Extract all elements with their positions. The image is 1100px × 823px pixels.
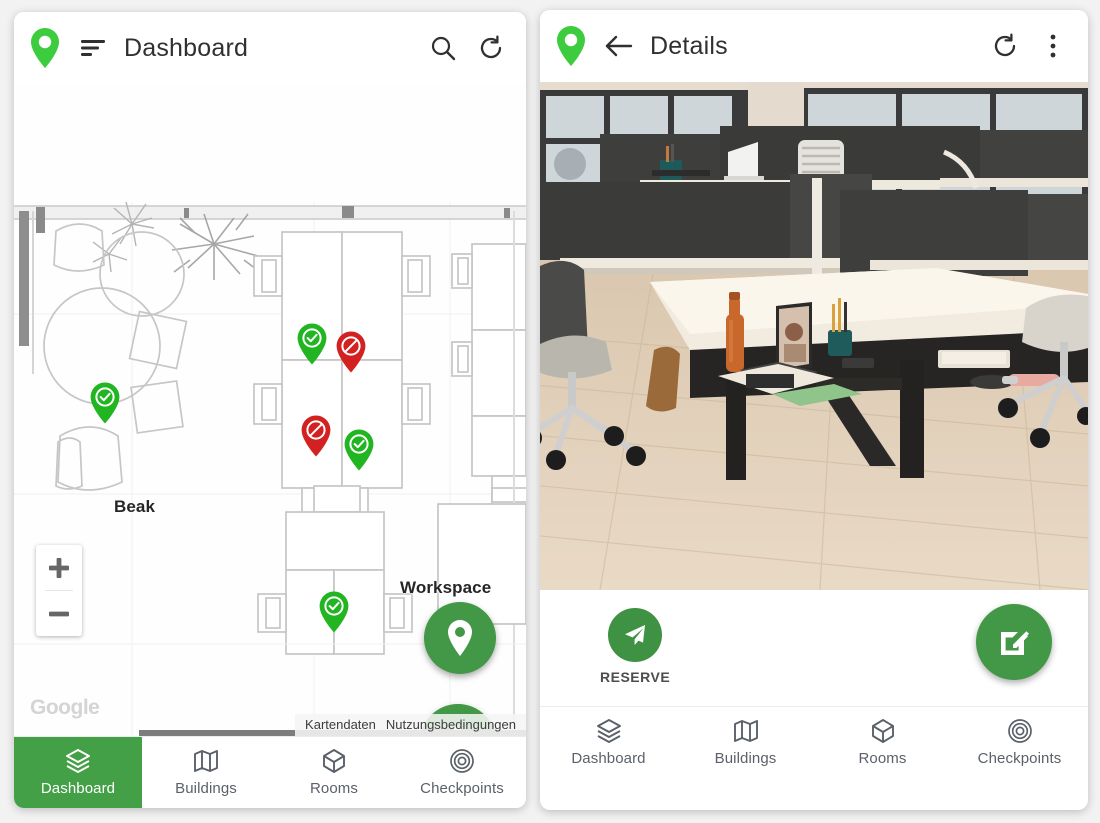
arrow-left-icon[interactable]	[602, 29, 636, 63]
cube-icon	[871, 719, 894, 743]
nav-label: Rooms	[309, 780, 358, 797]
nav-label: Dashboard	[571, 750, 646, 767]
refresh-icon[interactable]	[474, 31, 508, 65]
map-folded-icon	[194, 750, 218, 772]
map-marker-available[interactable]	[317, 590, 351, 634]
send-paper-plane-icon	[608, 608, 663, 662]
nav-item-dashboard[interactable]: Dashboard	[14, 737, 142, 808]
location-pin-icon	[28, 27, 62, 69]
google-watermark: Google	[30, 696, 100, 719]
nav-label: Buildings	[714, 750, 777, 767]
target-icon	[1007, 719, 1032, 743]
zoom-out-button[interactable]	[36, 591, 82, 636]
details-action-row: RESERVE	[540, 590, 1088, 706]
details-appbar: Details	[540, 10, 1088, 82]
zoom-in-button[interactable]	[36, 545, 82, 590]
nav-item-buildings[interactable]: Buildings	[677, 707, 814, 778]
edit-pencil-square-icon	[1001, 631, 1029, 655]
location-pin-icon	[448, 620, 472, 656]
details-panel: Details RESERVE Dashboard Buildings Room…	[540, 10, 1088, 810]
minus-icon	[49, 611, 69, 616]
nav-item-buildings[interactable]: Buildings	[142, 737, 270, 808]
nav-item-rooms[interactable]: Rooms	[270, 737, 398, 808]
nav-item-dashboard[interactable]: Dashboard	[540, 707, 677, 778]
workspace-photo	[540, 82, 1088, 590]
map-marker-available[interactable]	[88, 381, 122, 425]
nav-label: Dashboard	[40, 780, 116, 797]
refresh-icon[interactable]	[988, 29, 1022, 63]
page-title: Dashboard	[124, 33, 249, 62]
nav-item-checkpoints[interactable]: Checkpoints	[951, 707, 1088, 778]
edit-fab-button[interactable]	[976, 604, 1052, 680]
screenshot-stage: Dashboard Beak Workspace Google Kartenda…	[0, 0, 1100, 823]
nav-label: Checkpoints	[977, 750, 1062, 767]
page-title: Details	[650, 31, 728, 60]
map-folded-icon	[733, 720, 758, 742]
bottom-navigation: Dashboard Buildings Rooms Checkpoints	[540, 706, 1088, 778]
dashboard-appbar: Dashboard	[14, 12, 526, 84]
layers-icon	[66, 749, 90, 773]
map-zoom-controls[interactable]	[36, 545, 82, 636]
nav-label: Buildings	[175, 780, 237, 797]
map-marker-occupied[interactable]	[299, 414, 333, 458]
search-icon[interactable]	[426, 31, 460, 65]
nav-item-rooms[interactable]: Rooms	[814, 707, 951, 778]
floor-plan-map[interactable]: Beak Workspace Google Kartendaten Nutzun…	[14, 84, 526, 736]
target-icon	[450, 749, 474, 773]
bottom-navigation: Dashboard Buildings Rooms Checkpoints	[14, 736, 526, 808]
location-pin-icon	[554, 25, 588, 67]
map-label-beak: Beak	[114, 497, 156, 516]
map-marker-available[interactable]	[342, 428, 376, 472]
attribution-nutzungsbedingungen[interactable]: Nutzungsbedingungen	[386, 717, 516, 732]
attribution-kartendaten[interactable]: Kartendaten	[305, 717, 376, 732]
map-label-workspace: Workspace	[400, 578, 492, 597]
nav-label: Checkpoints	[420, 780, 504, 797]
sort-lines-icon[interactable]	[76, 31, 110, 65]
dashboard-panel: Dashboard Beak Workspace Google Kartenda…	[14, 12, 526, 808]
map-marker-occupied[interactable]	[334, 330, 368, 374]
more-vertical-icon[interactable]	[1036, 29, 1070, 63]
map-marker-available[interactable]	[295, 322, 329, 366]
cube-icon	[323, 749, 345, 773]
plus-icon	[49, 557, 69, 578]
reserve-label: RESERVE	[600, 669, 671, 685]
nav-label: Rooms	[858, 750, 907, 767]
map-attribution: Kartendaten Nutzungsbedingungen	[295, 714, 526, 736]
locate-fab-button[interactable]	[424, 602, 496, 674]
reserve-button[interactable]: RESERVE	[600, 608, 670, 685]
nav-item-checkpoints[interactable]: Checkpoints	[398, 737, 526, 808]
layers-icon	[596, 719, 621, 743]
